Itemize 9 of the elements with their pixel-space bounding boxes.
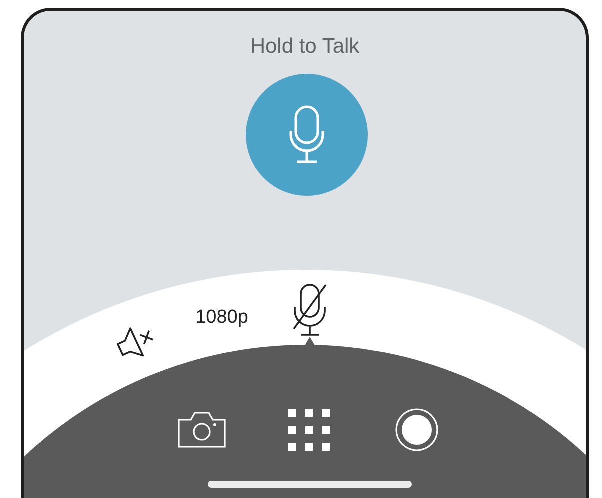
microphone-icon (289, 105, 325, 165)
resolution-button[interactable]: 1080p (196, 307, 248, 329)
grid-button[interactable] (288, 409, 330, 451)
record-icon (395, 408, 439, 452)
grid-icon (288, 409, 330, 451)
camera-icon (177, 410, 227, 450)
record-button[interactable] (395, 408, 439, 452)
camera-button[interactable] (177, 410, 227, 450)
hold-to-talk-label: Hold to Talk (249, 35, 361, 59)
